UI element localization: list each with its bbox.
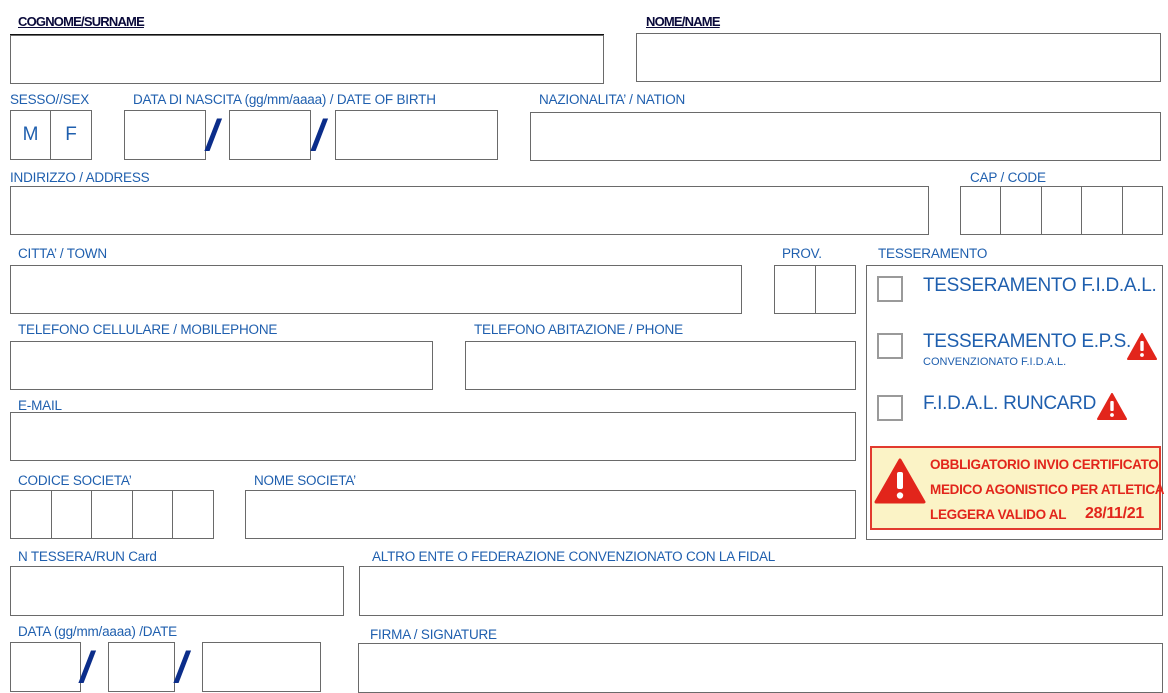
cap-digit[interactable]	[961, 187, 1000, 234]
cap-digit[interactable]	[1081, 187, 1121, 234]
birth-year-field[interactable]	[335, 110, 498, 160]
club-name-label: NOME SOCIETA’	[254, 473, 356, 488]
warning-triangle-icon	[874, 458, 926, 504]
runcard-option-label: F.I.D.A.L. RUNCARD	[923, 393, 1097, 414]
membership-label: TESSERAMENTO	[878, 246, 988, 261]
signature-field[interactable]	[358, 643, 1163, 693]
birth-month-field[interactable]	[229, 110, 311, 160]
prov-char[interactable]	[814, 266, 856, 313]
sex-f-option[interactable]: F	[50, 110, 92, 160]
phone-label: TELEFONO ABITAZIONE / PHONE	[474, 322, 683, 337]
club-code-digit[interactable]	[50, 491, 92, 538]
town-label: CITTA’ / TOWN	[18, 246, 107, 261]
card-field[interactable]	[10, 566, 344, 616]
name-label: NOME/NAME	[646, 14, 720, 29]
date-slash-2: /	[175, 643, 188, 692]
surname-label: COGNOME/SURNAME	[18, 14, 145, 29]
birth-slash-1: /	[206, 111, 219, 160]
nation-field[interactable]	[530, 112, 1161, 161]
cap-digit[interactable]	[1040, 187, 1081, 234]
birth-slash-2: /	[312, 111, 325, 160]
card-label: N TESSERA/RUN Card	[18, 549, 157, 564]
club-code-label: CODICE SOCIETA’	[18, 473, 132, 488]
sex-label: SESSO//SEX	[10, 92, 90, 107]
eps-option-label: TESSERAMENTO E.P.S.	[923, 331, 1131, 352]
club-code-digit[interactable]	[11, 491, 51, 538]
birth-day-field[interactable]	[124, 110, 206, 160]
date-slash-1: /	[80, 643, 93, 692]
club-code-digit[interactable]	[172, 491, 213, 538]
warning-triangle-icon	[1097, 393, 1127, 420]
date-label: DATA (gg/mm/aaaa) /DATE	[18, 624, 177, 639]
cap-field[interactable]	[960, 186, 1163, 235]
other-body-field[interactable]	[359, 566, 1163, 616]
prov-char[interactable]	[775, 266, 815, 313]
nation-label: NAZIONALITA’ / NATION	[539, 92, 686, 107]
date-month-field[interactable]	[108, 642, 175, 692]
notice-date: 28/11/21	[1085, 505, 1144, 522]
name-field[interactable]	[636, 33, 1161, 82]
address-field[interactable]	[10, 186, 929, 235]
fidal-checkbox[interactable]	[877, 276, 903, 302]
date-year-field[interactable]	[202, 642, 321, 692]
birth-date-label: DATA DI NASCITA (gg/mm/aaaa) / DATE OF B…	[133, 92, 436, 107]
fidal-option-label: TESSERAMENTO F.I.D.A.L.	[923, 275, 1157, 296]
mobile-label: TELEFONO CELLULARE / MOBILEPHONE	[18, 322, 278, 337]
mobile-field[interactable]	[10, 341, 433, 390]
eps-option-sublabel: CONVENZIONATO F.I.D.A.L.	[923, 356, 1067, 368]
runcard-checkbox[interactable]	[877, 395, 903, 421]
notice-line-2: MEDICO AGONISTICO PER ATLETICA	[930, 482, 1165, 497]
email-label: E-MAIL	[18, 398, 62, 413]
prov-field[interactable]	[774, 265, 856, 314]
notice-line-1: OBBLIGATORIO INVIO CERTIFICATO	[930, 457, 1159, 472]
club-name-field[interactable]	[245, 490, 856, 539]
notice-line-3: LEGGERA VALIDO AL	[930, 507, 1067, 522]
signature-label: FIRMA / SIGNATURE	[370, 627, 497, 642]
sex-m-option[interactable]: M	[10, 110, 51, 160]
address-label: INDIRIZZO / ADDRESS	[10, 170, 150, 185]
cap-digit[interactable]	[1000, 187, 1040, 234]
phone-field[interactable]	[465, 341, 856, 390]
prov-label: PROV.	[782, 246, 822, 261]
club-code-digit[interactable]	[91, 491, 132, 538]
cap-digit[interactable]	[1121, 187, 1162, 234]
town-field[interactable]	[10, 265, 742, 314]
club-code-field[interactable]	[10, 490, 214, 539]
surname-field[interactable]	[10, 35, 604, 84]
email-field[interactable]	[10, 412, 856, 461]
cap-label: CAP / CODE	[970, 170, 1046, 185]
other-body-label: ALTRO ENTE O FEDERAZIONE CONVENZIONATO C…	[372, 549, 776, 564]
club-code-digit[interactable]	[131, 491, 173, 538]
eps-checkbox[interactable]	[877, 333, 903, 359]
date-day-field[interactable]	[10, 642, 81, 692]
warning-triangle-icon	[1127, 333, 1157, 360]
